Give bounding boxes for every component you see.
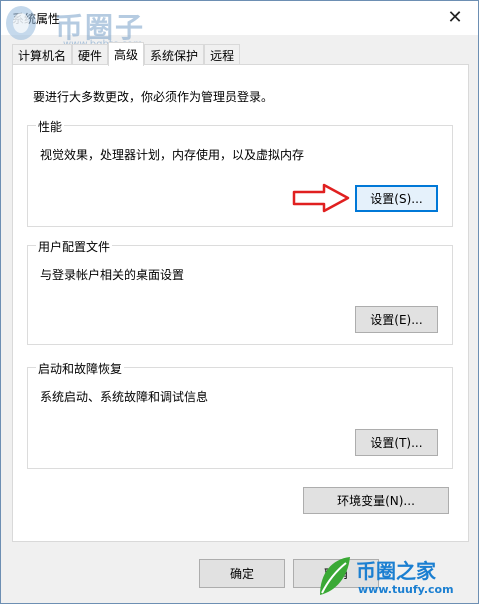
startup-recovery-title: 启动和故障恢复 <box>36 360 125 377</box>
user-profiles-group: 用户配置文件 与登录帐户相关的桌面设置 设置(E)... <box>27 238 453 345</box>
performance-settings-button[interactable]: 设置(S)... <box>355 185 438 212</box>
user-profiles-title: 用户配置文件 <box>36 238 113 255</box>
performance-desc: 视觉效果，处理器计划，内存使用，以及虚拟内存 <box>40 148 305 162</box>
admin-note: 要进行大多数更改，你必须作为管理员登录。 <box>33 90 274 104</box>
close-button[interactable]: ✕ <box>432 1 478 33</box>
tab-remote[interactable]: 远程 <box>204 44 241 65</box>
watermark-bottom: 币圈之家 www.tuufy.com <box>314 553 474 601</box>
close-icon: ✕ <box>447 6 463 28</box>
environment-variables-button[interactable]: 环境变量(N)... <box>303 487 449 514</box>
performance-group: 性能 视觉效果，处理器计划，内存使用，以及虚拟内存 设置(S)... <box>27 118 453 227</box>
tab-system-protection[interactable]: 系统保护 <box>144 44 205 65</box>
red-arrow-icon <box>292 183 350 213</box>
startup-recovery-desc: 系统启动、系统故障和调试信息 <box>40 390 209 404</box>
startup-recovery-settings-button[interactable]: 设置(T)... <box>355 429 438 456</box>
user-profiles-desc: 与登录帐户相关的桌面设置 <box>40 268 185 282</box>
tab-advanced[interactable]: 高级 <box>108 42 145 66</box>
system-properties-dialog: 系统属性 ✕ 币圈子 www.bqbtc.com 计算机名 硬件 高级 系统保护… <box>0 0 479 604</box>
watermark-bottom-url: www.tuufy.com <box>358 583 454 596</box>
tab-computer-name[interactable]: 计算机名 <box>12 44 73 65</box>
tab-strip: 计算机名 硬件 高级 系统保护 远程 <box>12 42 241 66</box>
watermark-logo-icon <box>6 6 36 40</box>
watermark-bottom-brand: 币圈之家 <box>356 559 436 583</box>
startup-recovery-group: 启动和故障恢复 系统启动、系统故障和调试信息 设置(T)... <box>27 360 453 469</box>
tab-hardware[interactable]: 硬件 <box>72 44 109 65</box>
performance-title: 性能 <box>36 118 65 135</box>
advanced-tab-panel: 要进行大多数更改，你必须作为管理员登录。 性能 视觉效果，处理器计划，内存使用，… <box>12 64 469 542</box>
ok-button[interactable]: 确定 <box>199 559 285 588</box>
watermark-leaf-icon <box>320 557 350 595</box>
user-profiles-settings-button[interactable]: 设置(E)... <box>355 306 438 333</box>
